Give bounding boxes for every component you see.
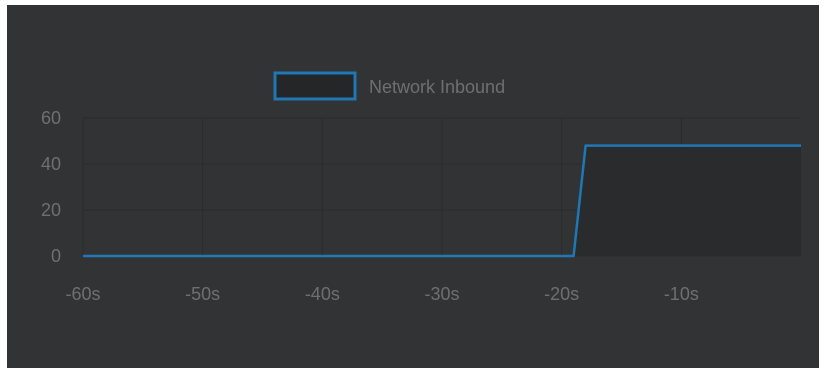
y-tick-label: 40 [41,154,61,174]
x-tick-label: -30s [424,284,459,304]
legend[interactable]: Network Inbound [273,71,505,101]
y-tick-label: 60 [41,108,61,128]
x-tick-label: -60s [65,284,100,304]
chart-panel: 0 20 40 60 -60s -50s -40s -30s -20s -10s Network… [7,5,819,368]
network-inbound-chart: 0 20 40 60 -60s -50s -40s -30s -20s -10s Network… [41,71,801,304]
y-tick-label: 0 [51,246,61,266]
x-tick-label: -10s [664,284,699,304]
legend-swatch[interactable] [273,71,357,101]
x-axis-ticks: -60s -50s -40s -30s -20s -10s [65,284,698,304]
y-axis-ticks: 0 20 40 60 [41,108,61,266]
x-tick-label: -20s [544,284,579,304]
x-tick-label: -40s [305,284,340,304]
y-tick-label: 20 [41,200,61,220]
legend-label[interactable]: Network Inbound [369,77,505,97]
x-tick-label: -50s [185,284,220,304]
